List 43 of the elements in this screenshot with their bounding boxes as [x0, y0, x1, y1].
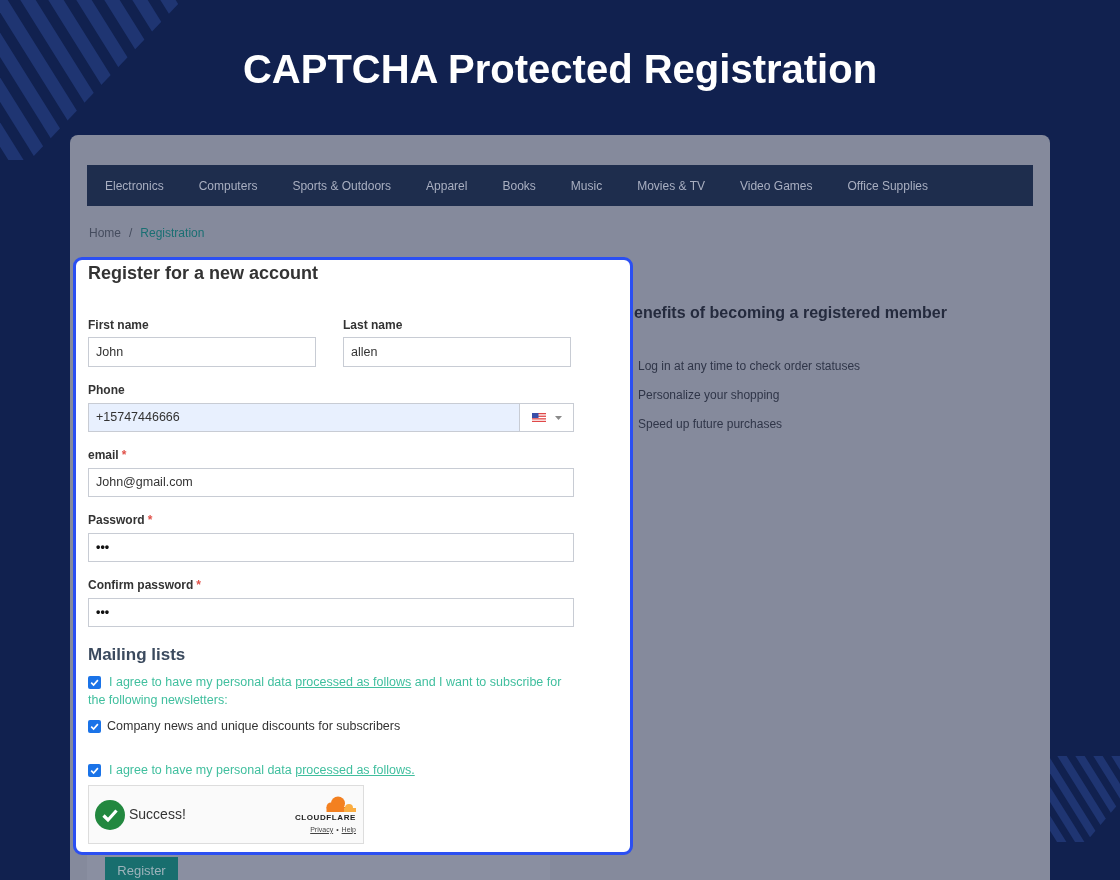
field-label: Confirm password — [88, 577, 194, 593]
flag-icon — [531, 413, 546, 422]
captcha-brand: CLOUDFLARE — [294, 812, 356, 822]
breadcrumb-separator: / — [129, 226, 133, 240]
nav-link[interactable]: Video Games — [740, 176, 813, 195]
text-field[interactable]: allen — [343, 337, 571, 367]
password-field[interactable]: ••• — [88, 533, 574, 562]
nav-link[interactable]: Apparel — [426, 176, 468, 195]
nav-link[interactable]: Sports & Outdoors — [292, 176, 392, 195]
required-mark: * — [196, 577, 202, 593]
section-heading: Mailing lists — [88, 645, 186, 665]
nav-link[interactable]: Movies & TV — [637, 176, 705, 195]
required-mark: * — [147, 512, 153, 528]
benefit-item: Personalize your shopping — [638, 387, 780, 403]
consent-text: I agree to have my personal data processed as follows and I want to subscribe for the following newsletters: — [88, 674, 563, 709]
field-label: Phone — [88, 382, 125, 398]
nav-link[interactable]: Music — [570, 176, 603, 195]
form-title: Register for a new account — [88, 262, 319, 284]
page-title: CAPTCHA Protected Registration — [242, 47, 878, 91]
text-field[interactable]: John — [88, 337, 316, 367]
section-heading: enefits of becoming a registered member — [634, 303, 947, 323]
nav-link[interactable]: Computers — [198, 176, 258, 195]
checkbox-label: Company news and unique discounts for subscribers — [107, 718, 401, 735]
field-label: Password — [88, 512, 145, 528]
country-select[interactable] — [520, 403, 574, 432]
nav-link[interactable]: Books — [502, 176, 536, 195]
field-label: Last name — [343, 317, 403, 333]
field-label: email — [88, 447, 119, 463]
nav-link[interactable]: Office Supplies — [847, 176, 928, 195]
phone-field[interactable]: +15747446666 — [88, 403, 520, 432]
checkbox[interactable] — [88, 676, 101, 689]
benefit-item: Log in at any time to check order statuses — [638, 358, 861, 374]
nav-link[interactable]: Electronics — [105, 176, 164, 195]
consent-text: I agree to have my personal data processed as follows. — [88, 761, 575, 779]
benefit-item: Speed up future purchases — [638, 416, 783, 432]
captcha-status: Success! — [129, 805, 186, 824]
checkbox[interactable] — [88, 719, 101, 733]
checkbox[interactable] — [88, 764, 101, 777]
required-mark: * — [121, 447, 127, 463]
password-field[interactable]: ••• — [88, 598, 574, 627]
caret-icon — [554, 415, 562, 420]
field-label: First name — [88, 317, 149, 333]
text-field[interactable]: John@gmail.com — [88, 468, 574, 497]
